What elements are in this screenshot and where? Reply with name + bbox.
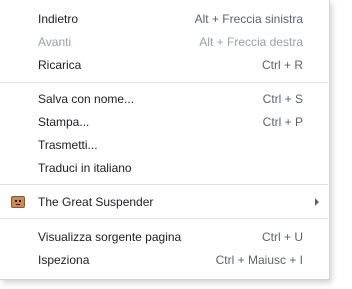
menu-item-shortcut: Ctrl + Maiusc + I <box>215 252 303 267</box>
menu-item-forward[interactable]: Avanti Alt + Freccia destra <box>0 30 328 53</box>
menu-item-label: Stampa... <box>38 114 90 129</box>
menu-item-label: Avanti <box>38 34 72 49</box>
submenu-arrow-icon <box>315 198 319 206</box>
menu-separator <box>0 184 328 185</box>
menu-item-shortcut: Ctrl + S <box>262 91 303 106</box>
menu-item-inspect[interactable]: Ispeziona Ctrl + Maiusc + I <box>0 248 328 271</box>
menu-item-translate[interactable]: Traduci in italiano <box>0 156 328 179</box>
menu-item-label: Ispeziona <box>38 252 90 267</box>
menu-item-label: The Great Suspender <box>38 194 154 209</box>
menu-item-shortcut: Ctrl + U <box>261 229 303 244</box>
menu-item-reload[interactable]: Ricarica Ctrl + R <box>0 53 328 76</box>
menu-item-print[interactable]: Stampa... Ctrl + P <box>0 110 328 133</box>
menu-separator <box>0 218 328 219</box>
menu-item-view-source[interactable]: Visualizza sorgente pagina Ctrl + U <box>0 225 328 248</box>
menu-item-great-suspender[interactable]: The Great Suspender <box>0 190 328 213</box>
menu-separator <box>0 82 328 83</box>
menu-item-shortcut: Alt + Freccia destra <box>199 34 303 49</box>
menu-item-label: Salva con nome... <box>38 91 135 106</box>
great-suspender-extension-icon <box>11 195 25 208</box>
context-menu: Indietro Alt + Freccia sinistra Avanti A… <box>0 0 330 280</box>
menu-item-label: Indietro <box>38 11 79 26</box>
menu-item-label: Traduci in italiano <box>38 160 132 175</box>
menu-item-label: Trasmetti... <box>38 137 98 152</box>
menu-item-shortcut: Alt + Freccia sinistra <box>194 11 303 26</box>
menu-item-label: Ricarica <box>38 57 82 72</box>
menu-item-shortcut: Ctrl + P <box>262 114 303 129</box>
menu-item-back[interactable]: Indietro Alt + Freccia sinistra <box>0 7 328 30</box>
menu-item-label: Visualizza sorgente pagina <box>38 229 182 244</box>
menu-item-shortcut: Ctrl + R <box>261 57 303 72</box>
menu-item-save-as[interactable]: Salva con nome... Ctrl + S <box>0 87 328 110</box>
menu-item-cast[interactable]: Trasmetti... <box>0 133 328 156</box>
